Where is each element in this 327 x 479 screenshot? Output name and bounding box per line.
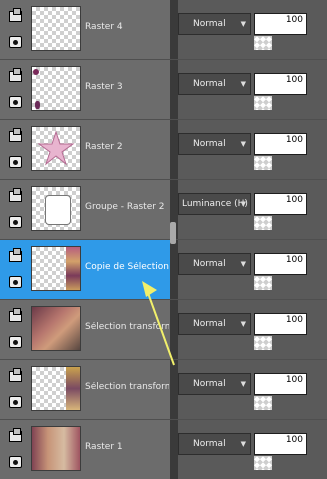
opacity-field[interactable]: 100 xyxy=(254,73,307,95)
opacity-preview xyxy=(254,96,272,110)
opacity-preview xyxy=(254,276,272,290)
blend-mode-select[interactable]: Normal ▼ xyxy=(178,13,251,35)
opacity-field[interactable]: 100 xyxy=(254,133,307,155)
panel-separator xyxy=(170,120,178,179)
blend-mode-select[interactable]: Normal ▼ xyxy=(178,433,251,455)
opacity-preview xyxy=(254,36,272,50)
eye-icon[interactable] xyxy=(9,336,22,348)
layer-thumbnail xyxy=(31,186,81,231)
blend-mode-label: Normal xyxy=(193,139,226,149)
layer-stack-icon[interactable] xyxy=(9,188,22,202)
annotation-arrow xyxy=(142,281,175,366)
panel-splitter-handle[interactable] xyxy=(170,222,176,244)
eye-icon[interactable] xyxy=(9,96,22,108)
eye-icon[interactable] xyxy=(9,156,22,168)
layer-stack-icon[interactable] xyxy=(9,248,22,262)
blend-mode-select[interactable]: Luminance (H) ▼ xyxy=(178,193,251,215)
blend-mode-select[interactable]: Normal ▼ xyxy=(178,313,251,335)
layer-properties: Normal ▼ 100 xyxy=(178,120,327,179)
panel-separator xyxy=(170,60,178,119)
layer-row[interactable]: Raster 3 Normal ▼ 100 xyxy=(0,59,327,119)
opacity-preview xyxy=(254,216,272,230)
blend-mode-label: Normal xyxy=(193,379,226,389)
layer-thumbnail xyxy=(31,66,81,111)
eye-icon[interactable] xyxy=(9,216,22,228)
layer-properties: Normal ▼ 100 xyxy=(178,60,327,119)
blend-mode-select[interactable]: Normal ▼ xyxy=(178,253,251,275)
opacity-field[interactable]: 100 xyxy=(254,13,307,35)
blend-mode-label: Luminance (H) xyxy=(182,199,248,209)
layer-row[interactable]: Groupe - Raster 2 Luminance (H) ▼ 100 xyxy=(0,179,327,239)
chevron-down-icon: ▼ xyxy=(240,260,246,268)
layer-properties: Normal ▼ 100 xyxy=(178,240,327,299)
opacity-preview xyxy=(254,396,272,410)
layer-row[interactable]: Raster 4 Normal ▼ 100 xyxy=(0,0,327,59)
layer-name: Raster 4 xyxy=(85,22,123,32)
chevron-down-icon: ▼ xyxy=(240,20,246,28)
layer-row-main[interactable]: Raster 3 xyxy=(0,60,170,119)
blend-mode-label: Normal xyxy=(193,19,226,29)
layer-row-main[interactable]: Raster 1 xyxy=(0,420,170,479)
layer-name: Raster 3 xyxy=(85,82,123,92)
layer-name: Raster 1 xyxy=(85,442,123,452)
layer-row-main[interactable]: Groupe - Raster 2 xyxy=(0,180,170,239)
layer-row[interactable]: Raster 1 Normal ▼ 100 xyxy=(0,419,327,479)
opacity-preview xyxy=(254,456,272,470)
eye-icon[interactable] xyxy=(9,36,22,48)
blend-mode-label: Normal xyxy=(193,319,226,329)
opacity-preview xyxy=(254,156,272,170)
opacity-field[interactable]: 100 xyxy=(254,313,307,335)
layer-stack-icon[interactable] xyxy=(9,368,22,382)
layer-thumbnail xyxy=(31,126,81,171)
chevron-down-icon: ▼ xyxy=(240,200,246,208)
eye-icon[interactable] xyxy=(9,456,22,468)
layer-thumbnail xyxy=(31,6,81,51)
opacity-field[interactable]: 100 xyxy=(254,193,307,215)
panel-separator xyxy=(170,420,178,479)
layer-properties: Luminance (H) ▼ 100 xyxy=(178,180,327,239)
blend-mode-label: Normal xyxy=(193,79,226,89)
layer-name: Copie de Sélection tra xyxy=(85,262,169,272)
chevron-down-icon: ▼ xyxy=(240,380,246,388)
blend-mode-label: Normal xyxy=(193,439,226,449)
blend-mode-select[interactable]: Normal ▼ xyxy=(178,373,251,395)
layer-thumbnail xyxy=(31,246,81,291)
layer-row-main[interactable]: Raster 2 xyxy=(0,120,170,179)
eye-icon[interactable] xyxy=(9,396,22,408)
layer-stack-icon[interactable] xyxy=(9,428,22,442)
layer-thumbnail xyxy=(31,306,81,351)
layers-panel: Raster 4 Normal ▼ 100 Raster 3 Normal ▼ … xyxy=(0,0,327,479)
opacity-field[interactable]: 100 xyxy=(254,433,307,455)
opacity-field[interactable]: 100 xyxy=(254,373,307,395)
layer-name: Groupe - Raster 2 xyxy=(85,202,165,212)
eye-icon[interactable] xyxy=(9,276,22,288)
layer-properties: Normal ▼ 100 xyxy=(178,0,327,59)
opacity-preview xyxy=(254,336,272,350)
layer-properties: Normal ▼ 100 xyxy=(178,300,327,359)
panel-separator xyxy=(170,0,178,59)
layer-thumbnail xyxy=(31,366,81,411)
layer-stack-icon[interactable] xyxy=(9,308,22,322)
layer-name: Sélection transformée xyxy=(85,382,169,392)
chevron-down-icon: ▼ xyxy=(240,140,246,148)
blend-mode-label: Normal xyxy=(193,259,226,269)
blend-mode-select[interactable]: Normal ▼ xyxy=(178,133,251,155)
layer-name: Raster 2 xyxy=(85,142,123,152)
layer-stack-icon[interactable] xyxy=(9,68,22,82)
chevron-down-icon: ▼ xyxy=(240,440,246,448)
layer-stack-icon[interactable] xyxy=(9,8,22,22)
layer-properties: Normal ▼ 100 xyxy=(178,420,327,479)
chevron-down-icon: ▼ xyxy=(240,80,246,88)
opacity-field[interactable]: 100 xyxy=(254,253,307,275)
chevron-down-icon: ▼ xyxy=(240,320,246,328)
layer-row[interactable]: Raster 2 Normal ▼ 100 xyxy=(0,119,327,179)
layer-properties: Normal ▼ 100 xyxy=(178,360,327,419)
layer-row-main[interactable]: Raster 4 xyxy=(0,0,170,59)
layer-thumbnail xyxy=(31,426,81,471)
layer-stack-icon[interactable] xyxy=(9,128,22,142)
blend-mode-select[interactable]: Normal ▼ xyxy=(178,73,251,95)
